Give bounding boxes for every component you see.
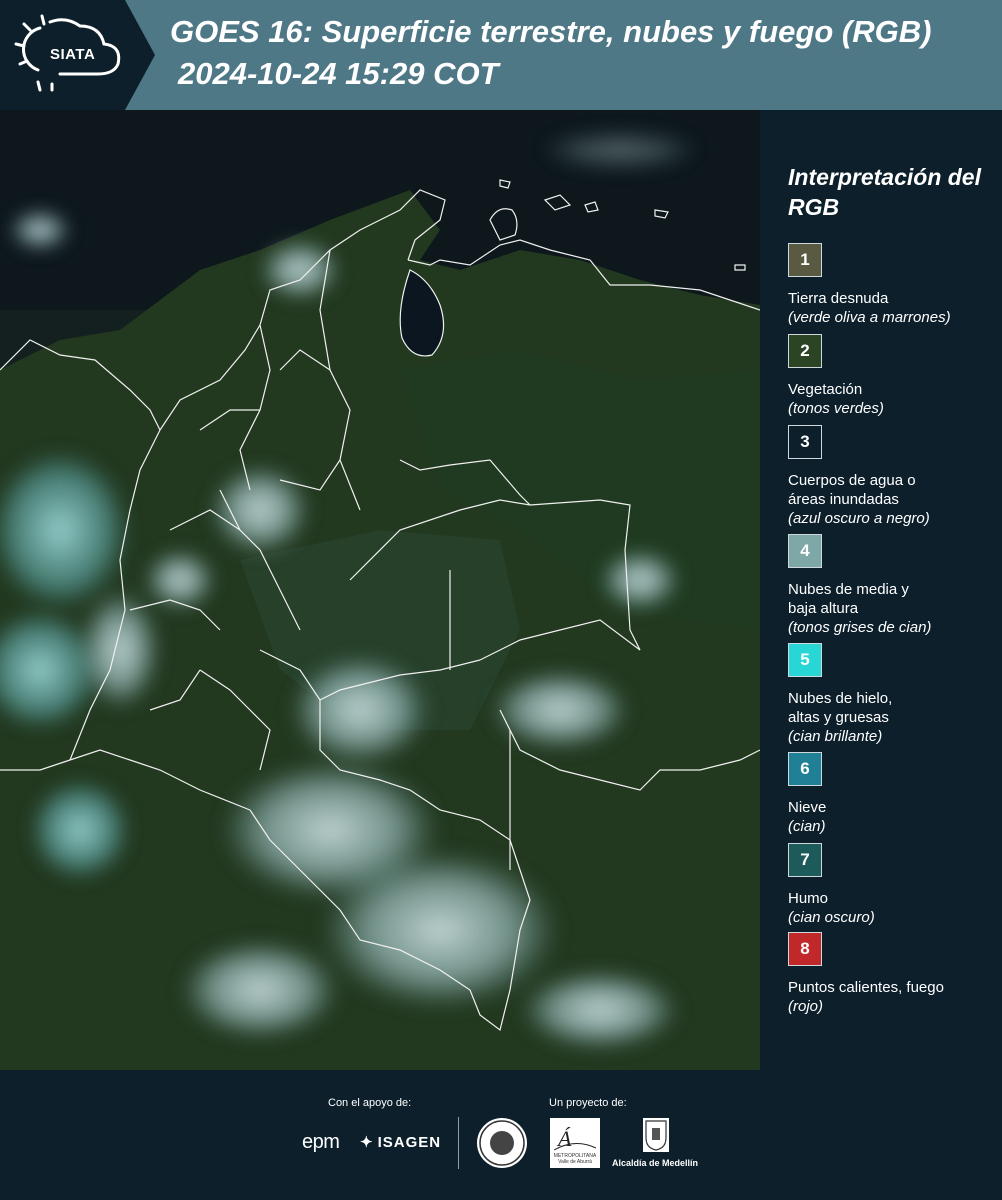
legend-item-desc: (azul oscuro a negro)	[788, 510, 930, 527]
logo-text: SIATA	[50, 46, 96, 63]
legend-title: Interpretación del RGB	[788, 164, 981, 220]
footer-divider	[458, 1117, 459, 1169]
legend-item-desc: (cian oscuro)	[788, 909, 875, 926]
epm-logo[interactable]: epm	[302, 1131, 340, 1154]
legend-item-label: Nieve	[788, 799, 827, 816]
legend-item-label: Tierra desnuda	[788, 290, 889, 307]
legend-item-desc: (tonos verdes)	[788, 400, 884, 417]
legend-item: 6 Nieve (cian)	[788, 752, 998, 836]
legend-item-desc: (verde oliva a marrones)	[788, 309, 951, 326]
legend-item-label: Nubes de hielo, altas y gruesas	[788, 690, 893, 726]
legend-swatch: 7	[788, 843, 822, 877]
medellin-shield-icon[interactable]	[643, 1118, 669, 1152]
logo-block: SIATA	[0, 0, 155, 110]
legend-item: 8 Puntos calientes, fuego (rojo)	[788, 932, 998, 1016]
amva-text: METROPOLITANA Valle de Aburrá	[553, 1153, 597, 1165]
legend-item-label: Humo	[788, 890, 829, 907]
legend-item-desc: (cian)	[788, 818, 826, 835]
satellite-map[interactable]	[0, 110, 760, 1070]
legend-item-label: Vegetación	[788, 381, 863, 398]
legend-swatch: 8	[788, 932, 822, 966]
page-timestamp: 2024-10-24 15:29 COT	[178, 56, 499, 91]
legend-item-desc: (cian brillante)	[788, 728, 883, 745]
isagen-icon: ✦	[360, 1134, 374, 1151]
legend-swatch: 6	[788, 752, 822, 786]
legend-item: 7 Humo (cian oscuro)	[788, 843, 998, 927]
legend-item: 1 Tierra desnuda (verde oliva a marrones…	[788, 243, 998, 327]
page-title: GOES 16: Superficie terrestre, nubes y f…	[170, 14, 932, 49]
legend-swatch: 5	[788, 643, 822, 677]
isagen-text: ISAGEN	[377, 1134, 442, 1151]
university-seal-icon[interactable]	[477, 1118, 527, 1168]
support-label: Con el apoyo de:	[328, 1097, 412, 1109]
legend-swatch: 2	[788, 334, 822, 368]
legend-item-desc: (tonos grises de cian)	[788, 619, 932, 636]
legend-item-label: Nubes de media y baja altura	[788, 581, 909, 617]
legend-item: 2 Vegetación (tonos verdes)	[788, 334, 998, 418]
footer: Con el apoyo de: Un proyecto de: epm ✦ IS…	[0, 1070, 1002, 1200]
project-label: Un proyecto de:	[549, 1097, 627, 1109]
legend-item-label: Puntos calientes, fuego	[788, 979, 944, 996]
legend-item: 4 Nubes de media y baja altura (tonos gr…	[788, 534, 998, 637]
isagen-logo[interactable]: ✦ ISAGEN	[360, 1133, 441, 1151]
legend-item-label: Cuerpos de agua o áreas inundadas	[788, 472, 916, 508]
header: SIATA GOES 16: Superficie terrestre, nub…	[0, 0, 1002, 110]
legend-item: 5 Nubes de hielo, altas y gruesas (cian …	[788, 643, 998, 746]
legend: Interpretación del RGB 1 Tierra desnuda …	[762, 110, 1002, 1070]
legend-swatch: 4	[788, 534, 822, 568]
satellite-image	[0, 110, 760, 1070]
alcaldia-text: Alcaldía de Medellín	[612, 1158, 699, 1168]
legend-swatch: 1	[788, 243, 822, 277]
legend-swatch: 3	[788, 425, 822, 459]
legend-item-desc: (rojo)	[788, 998, 824, 1015]
amva-logo[interactable]: Á METROPOLITANA Valle de Aburrá	[550, 1118, 600, 1168]
legend-item: 3 Cuerpos de agua o áreas inundadas (azu…	[788, 425, 998, 528]
